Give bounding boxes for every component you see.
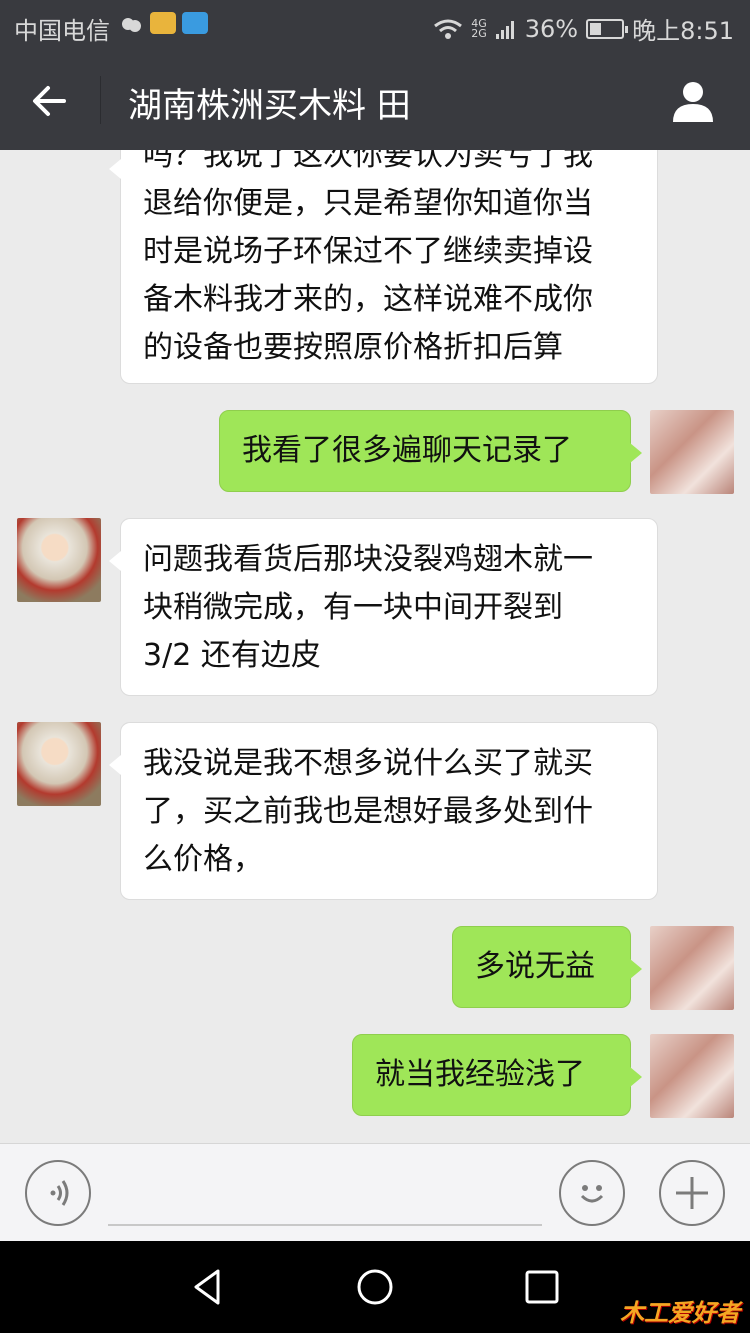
system-navigation: 木工爱好者	[0, 1241, 750, 1333]
wifi-icon	[434, 19, 463, 39]
input-bar	[0, 1143, 750, 1241]
message-line: 吗？我说了这次你要认为卖亏了我	[143, 150, 593, 173]
network-2g: 2G	[471, 26, 487, 40]
message-line: 退给你便是，只是希望你知道你当	[143, 186, 593, 221]
battery-icon	[586, 18, 629, 39]
more-button[interactable]	[659, 1160, 725, 1226]
square-recents-icon[interactable]	[520, 1265, 564, 1309]
battery-percent: 36%	[524, 14, 579, 43]
message-bubble-received[interactable]: 吗？我说了这次你要认为卖亏了我 退给你便是，只是希望你知道你当 时是说场子环保过…	[109, 150, 658, 384]
folder-app-icon	[150, 12, 176, 34]
battery-fill	[590, 22, 602, 35]
my-avatar[interactable]	[650, 926, 734, 1010]
message-line: 了，买之前我也是想好最多处到什	[143, 794, 593, 829]
voice-icon	[50, 1180, 69, 1206]
message-bubble-received[interactable]: 问题我看货后那块没裂鸡翅木就一 块稍微完成，有一块中间开裂到 3/2 还有边皮	[109, 518, 658, 696]
message-line: 多说无益	[475, 949, 595, 984]
message-line: 我看了很多遍聊天记录了	[242, 433, 572, 468]
smiley-icon	[580, 1185, 604, 1203]
message-line: 问题我看货后那块没裂鸡翅木就一	[143, 542, 593, 577]
notification-icons	[118, 12, 208, 34]
network-type: 4G 2G	[471, 18, 487, 40]
message-line: 么价格，	[143, 842, 263, 877]
voice-button[interactable]	[25, 1160, 91, 1226]
message-line: 就当我经验浅了	[375, 1057, 585, 1092]
status-right: 4G 2G 36% 晚上8:51	[433, 11, 734, 46]
status-bar: 中国电信 4G 2G 36% 晚上8:51	[0, 0, 750, 50]
send-app-icon	[182, 12, 208, 34]
clock: 晚上8:51	[632, 17, 734, 45]
contact-avatar[interactable]	[17, 518, 101, 602]
circle-home-icon[interactable]	[353, 1265, 397, 1309]
plus-icon	[676, 1177, 708, 1209]
message-line: 时是说场子环保过不了继续卖掉设	[143, 234, 593, 269]
triangle-back-icon[interactable]	[186, 1265, 230, 1309]
contact-avatar[interactable]	[17, 722, 101, 806]
message-line: 备木料我才来的，这样说难不成你	[143, 282, 593, 317]
watermark-logo: 木工爱好者	[620, 1299, 740, 1327]
header-divider	[100, 76, 101, 124]
weather-icon	[122, 18, 141, 32]
my-avatar[interactable]	[650, 410, 734, 494]
emoji-button[interactable]	[559, 1160, 625, 1226]
signal-icon	[495, 20, 514, 39]
chat-header: 湖南株洲买木料 田	[0, 50, 750, 150]
chat-title: 湖南株洲买木料 田	[128, 86, 411, 126]
carrier-name: 中国电信	[14, 17, 110, 45]
message-line: 我没说是我不想多说什么买了就买	[143, 746, 593, 781]
person-icon[interactable]	[670, 78, 716, 124]
message-bubble-received[interactable]: 我没说是我不想多说什么买了就买 了，买之前我也是想好最多处到什 么价格，	[109, 722, 658, 900]
message-line: 的设备也要按照原价格折扣后算	[143, 330, 563, 365]
my-avatar[interactable]	[650, 1034, 734, 1118]
message-bubble-sent[interactable]: 多说无益	[452, 926, 642, 1008]
message-line: 3/2 还有边皮	[143, 638, 321, 673]
message-bubble-sent[interactable]: 我看了很多遍聊天记录了	[219, 410, 642, 492]
message-line: 块稍微完成，有一块中间开裂到	[143, 590, 563, 625]
message-bubble-sent[interactable]: 就当我经验浅了	[352, 1034, 642, 1116]
arrow-left-icon[interactable]	[26, 76, 76, 126]
message-input[interactable]	[108, 1164, 542, 1226]
message-list[interactable]: 吗？我说了这次你要认为卖亏了我 退给你便是，只是希望你知道你当 时是说场子环保过…	[0, 150, 750, 1143]
